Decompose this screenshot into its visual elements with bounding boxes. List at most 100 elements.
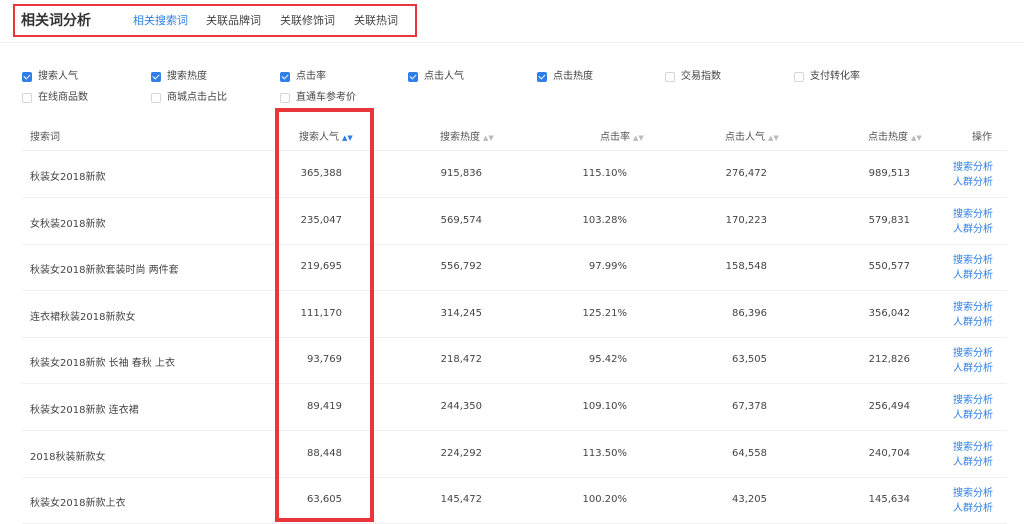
cell-click-rate: 103.28% (582, 214, 628, 226)
filter-click-heat[interactable]: 点击热度 (537, 70, 593, 84)
cell-click-rate: 125.21% (582, 307, 628, 319)
cell-click-rate: 115.10% (582, 168, 628, 179)
cell-search-popularity: 111,170 (300, 307, 342, 319)
cell-search-popularity: 235,047 (300, 214, 342, 226)
cell-search-popularity: 219,695 (300, 261, 342, 273)
cell-click-heat: 579,831 (868, 214, 910, 226)
cell-search-popularity: 365,388 (300, 168, 342, 179)
search-analysis-link[interactable]: 搜索分析 (953, 440, 993, 455)
cell-click-rate: 109.10% (582, 401, 628, 412)
header-search-popularity[interactable]: 搜索人气 ▲▼ (299, 128, 353, 143)
cell-click-heat: 240,704 (868, 447, 910, 459)
row-actions: 搜索分析 人群分析 (953, 393, 993, 423)
search-analysis-link[interactable]: 搜索分析 (953, 300, 993, 315)
filter-click-popularity[interactable]: 点击人气 (408, 70, 464, 84)
cell-keyword: 女秋装2018新款 (30, 218, 106, 230)
filter-label: 点击人气 (424, 71, 464, 82)
crowd-analysis-link[interactable]: 人群分析 (953, 501, 993, 516)
cell-search-popularity: 93,769 (307, 354, 342, 366)
row-actions: 搜索分析 人群分析 (953, 160, 993, 190)
header-click-heat[interactable]: 点击热度 ▲▼ (868, 128, 922, 143)
filter-search-heat[interactable]: 搜索热度 (151, 70, 207, 84)
checkbox-checked-icon (280, 72, 290, 82)
checkbox-checked-icon (151, 72, 161, 82)
cell-search-heat: 145,472 (440, 494, 482, 506)
checkbox-unchecked-icon (151, 93, 161, 103)
header-search-heat[interactable]: 搜索热度 ▲▼ (440, 128, 494, 143)
filter-payment-conversion[interactable]: 支付转化率 (794, 70, 860, 84)
search-analysis-link[interactable]: 搜索分析 (953, 346, 993, 361)
cell-search-heat: 224,292 (440, 447, 482, 459)
crowd-analysis-link[interactable]: 人群分析 (953, 361, 993, 376)
checkbox-checked-icon (537, 72, 547, 82)
cell-search-popularity: 89,419 (307, 401, 342, 412)
filter-label: 点击率 (296, 71, 326, 82)
cell-search-heat: 218,472 (440, 354, 482, 366)
crowd-analysis-link[interactable]: 人群分析 (953, 268, 993, 283)
header-click-rate[interactable]: 点击率 ▲▼ (600, 128, 644, 143)
header-keyword: 搜索词 (30, 132, 60, 143)
cell-click-heat: 212,826 (868, 354, 910, 366)
filter-label: 直通车参考价 (296, 92, 356, 103)
cell-search-heat: 314,245 (440, 307, 482, 319)
sort-icon[interactable]: ▲▼ (768, 134, 779, 142)
search-analysis-link[interactable]: 搜索分析 (953, 160, 993, 175)
crowd-analysis-link[interactable]: 人群分析 (953, 408, 993, 423)
cell-search-popularity: 63,605 (307, 494, 342, 506)
sort-desc-icon[interactable]: ▲▼ (342, 134, 353, 142)
cell-click-heat: 356,042 (868, 307, 910, 319)
tab-related-brand-words[interactable]: 关联品牌词 (206, 12, 261, 28)
checkbox-unchecked-icon (794, 72, 804, 82)
cell-click-popularity: 276,472 (725, 168, 767, 179)
filter-online-products[interactable]: 在线商品数 (22, 91, 88, 105)
filter-label: 在线商品数 (38, 92, 88, 103)
page-title: 相关词分析 (21, 13, 91, 29)
header-label: 点击人气 (725, 132, 765, 143)
header-label: 搜索人气 (299, 132, 339, 143)
cell-click-rate: 97.99% (588, 261, 627, 273)
filter-ztc-reference-price[interactable]: 直通车参考价 (280, 91, 356, 105)
tab-related-modifier-words[interactable]: 关联修饰词 (280, 12, 335, 28)
cell-click-heat: 989,513 (868, 168, 910, 179)
cell-click-popularity: 67,378 (732, 401, 767, 412)
cell-keyword: 秋装女2018新款上衣 (30, 498, 126, 510)
cell-keyword: 连衣裙秋装2018新款女 (30, 311, 136, 323)
filter-mall-click-share[interactable]: 商城点击占比 (151, 91, 227, 105)
filter-label: 支付转化率 (810, 71, 860, 82)
tab-related-search-words[interactable]: 相关搜索词 (133, 12, 188, 28)
sort-icon[interactable]: ▲▼ (633, 134, 644, 142)
header-bar: 相关词分析 相关搜索词 关联品牌词 关联修饰词 关联热词 (0, 0, 1024, 43)
cell-search-heat: 244,350 (440, 401, 482, 412)
cell-keyword: 秋装女2018新款套装时尚 两件套 (30, 265, 179, 277)
crowd-analysis-link[interactable]: 人群分析 (953, 455, 993, 470)
cell-click-popularity: 43,205 (732, 494, 767, 506)
cell-keyword: 2018秋装新款女 (30, 451, 106, 463)
tab-related-hot-words[interactable]: 关联热词 (354, 12, 398, 28)
crowd-analysis-link[interactable]: 人群分析 (953, 315, 993, 330)
filter-click-rate[interactable]: 点击率 (280, 70, 326, 84)
sort-icon[interactable]: ▲▼ (911, 134, 922, 142)
search-analysis-link[interactable]: 搜索分析 (953, 486, 993, 501)
search-analysis-link[interactable]: 搜索分析 (953, 253, 993, 268)
crowd-analysis-link[interactable]: 人群分析 (953, 222, 993, 237)
crowd-analysis-link[interactable]: 人群分析 (953, 175, 993, 190)
table-row: 秋装女2018新款上衣 63,605 145,472 100.20% 43,205 145… (22, 477, 1007, 524)
cell-search-heat: 556,792 (440, 261, 482, 273)
filter-trade-index[interactable]: 交易指数 (665, 70, 721, 84)
filter-label: 搜索热度 (167, 71, 207, 82)
sort-icon[interactable]: ▲▼ (483, 134, 494, 142)
search-analysis-link[interactable]: 搜索分析 (953, 393, 993, 408)
header-actions: 操作 (972, 132, 992, 143)
table-row: 秋装女2018新款 365,388 915,836 115.10% 276,472 989… (22, 151, 1007, 198)
table-header: 搜索词 搜索人气 ▲▼ 搜索热度 ▲▼ 点击率 ▲▼ 点击人气 ▲▼ 点击热度 ▲▼ 操作 (22, 116, 1007, 151)
filter-search-popularity[interactable]: 搜索人气 (22, 70, 78, 84)
table-row: 秋装女2018新款 连衣裙 89,419 244,350 109.10% 67,378 2… (22, 384, 1007, 431)
cell-click-heat: 145,634 (868, 494, 910, 506)
cell-click-popularity: 64,558 (732, 447, 767, 459)
cell-click-heat: 550,577 (868, 261, 910, 273)
cell-keyword: 秋装女2018新款 连衣裙 (30, 405, 139, 416)
header-click-popularity[interactable]: 点击人气 ▲▼ (725, 128, 779, 143)
cell-search-popularity: 88,448 (307, 447, 342, 459)
search-analysis-link[interactable]: 搜索分析 (953, 207, 993, 222)
table-row: 女秋装2018新款 235,047 569,574 103.28% 170,223 579… (22, 198, 1007, 245)
